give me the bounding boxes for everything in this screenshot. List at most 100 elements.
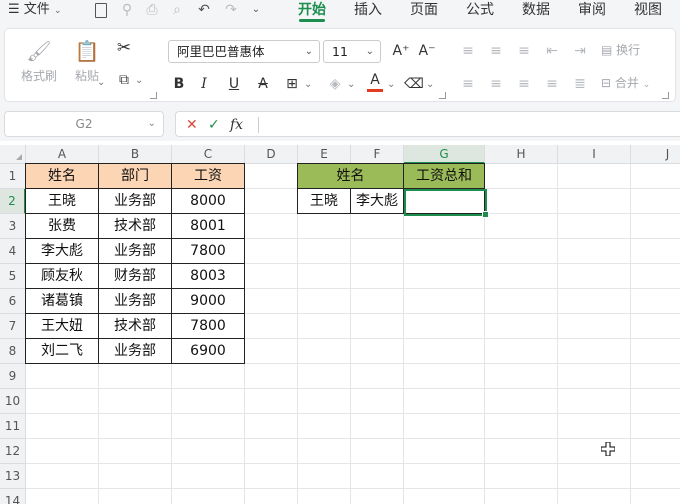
- column-header-i[interactable]: I: [558, 145, 631, 164]
- save-icon[interactable]: [90, 1, 110, 19]
- border-icon[interactable]: ⊞: [281, 73, 303, 95]
- align-center-icon[interactable]: ≡: [485, 73, 507, 95]
- border-dropdown-icon[interactable]: ⌄: [304, 79, 312, 90]
- share-icon[interactable]: ⚲: [117, 1, 137, 19]
- tab-page[interactable]: 页面: [410, 1, 438, 21]
- tab-formula[interactable]: 公式: [466, 1, 494, 21]
- distribute-icon[interactable]: ≣: [569, 73, 591, 95]
- formula-input-area[interactable]: ✕ ✓ fx: [175, 111, 680, 137]
- right-total-header-cell[interactable]: 工资总和: [403, 163, 485, 189]
- row-header-12[interactable]: 12: [0, 439, 26, 464]
- column-header-d[interactable]: D: [245, 145, 298, 164]
- column-header-c[interactable]: C: [172, 145, 245, 164]
- underline-icon[interactable]: U: [223, 73, 245, 95]
- column-header-e[interactable]: E: [298, 145, 351, 164]
- decrease-font-icon[interactable]: A⁻: [416, 40, 438, 62]
- column-header-a[interactable]: A: [26, 145, 99, 164]
- name-cell[interactable]: 顾友秋: [25, 263, 99, 289]
- row-header-5[interactable]: 5: [0, 264, 26, 289]
- spreadsheet-grid[interactable]: ABCDEFGHIJ 1 2 3 4 5 6 7 8 9 10 11 12 13 14 姓名 部门 工资 王晓业…: [0, 141, 680, 504]
- justify-icon[interactable]: ≡: [541, 73, 563, 95]
- row-header-2[interactable]: 2: [0, 189, 26, 214]
- clipboard-launcher-icon[interactable]: [150, 92, 157, 99]
- dept-cell[interactable]: 技术部: [98, 313, 172, 339]
- salary-cell[interactable]: 8001: [171, 213, 245, 239]
- print-preview-icon[interactable]: ⌕: [167, 1, 187, 19]
- clear-dropdown-icon[interactable]: ⌄: [426, 79, 434, 90]
- increase-indent-icon[interactable]: ⇥: [569, 40, 591, 62]
- active-cell-selection[interactable]: [404, 189, 489, 218]
- cancel-icon[interactable]: ✕: [186, 115, 198, 135]
- cut-icon[interactable]: ✂: [113, 37, 135, 59]
- font-color-icon[interactable]: A: [364, 71, 386, 93]
- font-launcher-icon[interactable]: [439, 92, 446, 99]
- confirm-icon[interactable]: ✓: [208, 115, 220, 135]
- dept-cell[interactable]: 财务部: [98, 263, 172, 289]
- align-top-icon[interactable]: ≡: [457, 40, 479, 62]
- salary-cell[interactable]: 7800: [171, 238, 245, 264]
- undo-icon[interactable]: ↶: [194, 1, 214, 19]
- font-size-select[interactable]: 11 ⌄: [323, 40, 381, 63]
- tab-view[interactable]: 视图: [634, 1, 662, 21]
- select-all-corner[interactable]: [0, 145, 26, 164]
- row-header-1[interactable]: 1: [0, 164, 26, 189]
- row-header-6[interactable]: 6: [0, 289, 26, 314]
- strikethrough-icon[interactable]: A: [252, 73, 274, 95]
- format-painter-button[interactable]: 🖌 格式刷: [19, 39, 59, 84]
- italic-icon[interactable]: I: [193, 73, 215, 95]
- salary-cell[interactable]: 8003: [171, 263, 245, 289]
- increase-font-icon[interactable]: A⁺: [390, 40, 412, 62]
- salary-cell[interactable]: 8000: [171, 188, 245, 214]
- column-header-b[interactable]: B: [99, 145, 172, 164]
- align-left-icon[interactable]: ≡: [457, 73, 479, 95]
- fx-icon[interactable]: fx: [230, 115, 243, 135]
- decrease-indent-icon[interactable]: ⇤: [541, 40, 563, 62]
- row-header-13[interactable]: 13: [0, 464, 26, 489]
- fill-dropdown-icon[interactable]: ⌄: [347, 79, 355, 90]
- tab-review[interactable]: 审阅: [578, 1, 606, 21]
- salary-cell[interactable]: 7800: [171, 313, 245, 339]
- copy-dropdown-icon[interactable]: ⌄: [135, 75, 143, 86]
- name-box[interactable]: G2 ⌄: [4, 111, 164, 137]
- align-right-icon[interactable]: ≡: [513, 73, 535, 95]
- left-header-cell[interactable]: 姓名: [25, 163, 99, 189]
- font-color-dropdown-icon[interactable]: ⌄: [387, 79, 395, 90]
- redo-icon[interactable]: ↷: [221, 1, 241, 19]
- column-header-g[interactable]: G: [404, 145, 485, 164]
- row-header-9[interactable]: 9: [0, 364, 26, 389]
- align-middle-icon[interactable]: ≡: [485, 40, 507, 62]
- name-cell[interactable]: 张费: [25, 213, 99, 239]
- row-header-3[interactable]: 3: [0, 214, 26, 239]
- left-header-cell[interactable]: 工资: [171, 163, 245, 189]
- alignment-launcher-icon[interactable]: [662, 92, 669, 99]
- right-name-header-cell[interactable]: 姓名: [297, 163, 404, 189]
- paste-dropdown-icon[interactable]: ⌄: [97, 77, 105, 88]
- tab-home[interactable]: 开始: [298, 1, 326, 22]
- name-cell[interactable]: 刘二飞: [25, 338, 99, 364]
- row-header-14[interactable]: 14: [0, 489, 26, 504]
- name-cell[interactable]: 王大妞: [25, 313, 99, 339]
- left-header-cell[interactable]: 部门: [98, 163, 172, 189]
- salary-cell[interactable]: 6900: [171, 338, 245, 364]
- column-header-f[interactable]: F: [351, 145, 404, 164]
- dept-cell[interactable]: 业务部: [98, 338, 172, 364]
- row-header-7[interactable]: 7: [0, 314, 26, 339]
- name-cell[interactable]: 诸葛镇: [25, 288, 99, 314]
- dept-cell[interactable]: 业务部: [98, 238, 172, 264]
- name-cell[interactable]: 王晓: [25, 188, 99, 214]
- dept-cell[interactable]: 业务部: [98, 188, 172, 214]
- copy-icon[interactable]: ⧉: [113, 69, 135, 91]
- column-header-j[interactable]: J: [631, 145, 680, 164]
- criteria-name-cell[interactable]: 李大彪: [350, 188, 404, 214]
- row-header-11[interactable]: 11: [0, 414, 26, 439]
- fill-color-icon[interactable]: ◈: [324, 73, 346, 95]
- quick-access-more-icon[interactable]: ⌄: [246, 1, 266, 19]
- tab-data[interactable]: 数据: [522, 1, 550, 21]
- column-header-h[interactable]: H: [485, 145, 558, 164]
- row-header-4[interactable]: 4: [0, 239, 26, 264]
- align-bottom-icon[interactable]: ≡: [513, 40, 535, 62]
- dept-cell[interactable]: 业务部: [98, 288, 172, 314]
- bold-icon[interactable]: B: [168, 73, 190, 95]
- merge-button[interactable]: ⊟ 合并 ⌄: [601, 74, 661, 91]
- criteria-name-cell[interactable]: 王晓: [297, 188, 351, 214]
